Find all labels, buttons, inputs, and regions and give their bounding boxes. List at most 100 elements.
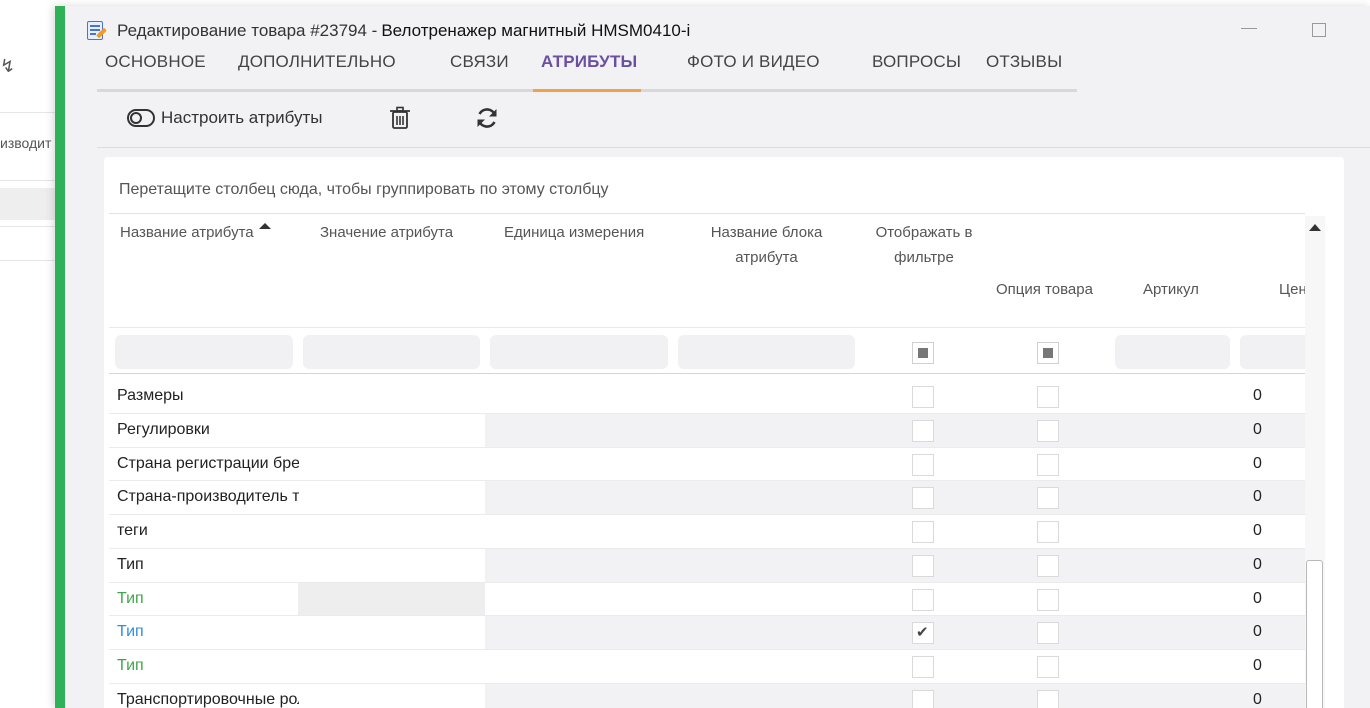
column-header-value[interactable]: Значение атрибута [320,220,453,245]
price-cell[interactable]: 0 [1253,387,1262,405]
display-in-filter-checkbox[interactable] [912,521,934,543]
row-background [485,413,1305,447]
grid-header: Название атрибута Значение атрибута Един… [109,214,1305,328]
filter-input-value[interactable] [303,335,480,369]
filter-checkbox-display-in-filter[interactable] [912,342,934,364]
row-background [485,380,1305,413]
display-in-filter-checkbox[interactable] [912,656,934,678]
attribute-name-cell[interactable]: Регулировки [117,421,299,439]
price-cell[interactable]: 0 [1253,590,1262,608]
column-header-unit[interactable]: Единица измерения [504,220,644,245]
tab-attributes[interactable]: АТРИБУТЫ [541,52,637,72]
vertical-scrollbar[interactable] [1305,216,1325,708]
product-option-checkbox[interactable] [1037,622,1059,645]
column-header-block[interactable]: Название блока атрибута [689,220,844,270]
attribute-name-cell[interactable]: Размеры [117,387,299,405]
table-row[interactable]: Тип 0 [109,582,1305,617]
attribute-name-cell[interactable]: Тип [117,556,299,574]
price-cell[interactable]: 0 [1253,657,1262,675]
table-row[interactable]: теги 0 [109,515,1305,549]
product-option-checkbox[interactable] [1037,386,1059,408]
display-in-filter-checkbox[interactable] [912,554,934,577]
product-option-checkbox[interactable] [1037,453,1059,476]
scroll-up-arrow-icon[interactable] [1309,224,1321,231]
filter-checkbox-option[interactable] [1037,342,1059,364]
price-cell[interactable]: 0 [1253,623,1262,641]
display-in-filter-checkbox[interactable] [912,689,934,708]
edit-product-modal: Редактирование товара #23794 - Велотрена… [55,6,1370,708]
price-cell[interactable]: 0 [1253,522,1262,540]
product-option-checkbox[interactable] [1037,656,1059,678]
scrollbar-thumb[interactable] [1306,560,1323,708]
tab-links[interactable]: СВЯЗИ [450,52,509,72]
attribute-name-cell[interactable]: Страна регистрации бренда [117,455,299,473]
tab-photo-video[interactable]: ФОТО И ВИДЕО [687,52,820,72]
group-by-drop-area[interactable]: Перетащите столбец сюда, чтобы группиров… [119,181,609,199]
delete-button[interactable] [389,106,411,130]
table-row[interactable]: Страна-производитель товара 0 [109,481,1305,515]
product-option-checkbox[interactable] [1037,521,1059,543]
price-cell[interactable]: 0 [1253,488,1262,506]
display-in-filter-checkbox[interactable] [912,588,934,611]
filter-input-price[interactable] [1240,335,1305,369]
table-row[interactable]: Тип 0 [109,616,1305,650]
table-row[interactable]: Транспортировочные ролики 0 [109,683,1305,708]
attribute-name-cell[interactable]: теги [117,522,299,540]
attribute-name-cell[interactable]: Транспортировочные ролики [117,691,299,708]
tab-main[interactable]: ОСНОВНОЕ [105,52,206,72]
filter-input-name[interactable] [115,335,293,369]
value-cell[interactable] [298,616,485,649]
value-cell[interactable] [298,414,485,447]
tab-additional[interactable]: ДОПОЛНИТЕЛЬНО [238,52,396,72]
modal-accent-bar [55,6,65,708]
value-cell[interactable] [298,515,485,548]
display-in-filter-checkbox[interactable] [912,622,934,645]
display-in-filter-checkbox[interactable] [912,419,934,442]
value-cell[interactable] [298,448,485,481]
filter-input-unit[interactable] [490,335,668,369]
refresh-button[interactable] [475,106,499,130]
sort-ascending-icon [259,223,271,229]
value-cell[interactable] [298,684,485,708]
price-cell[interactable]: 0 [1253,421,1262,439]
column-header-name[interactable]: Название атрибута [120,220,254,245]
attribute-name-cell[interactable]: Тип [117,590,299,608]
attribute-name-cell[interactable]: Тип [117,657,299,675]
display-in-filter-checkbox[interactable] [912,487,934,510]
table-row[interactable]: Размеры 0 [109,380,1305,414]
product-option-checkbox[interactable] [1037,487,1059,510]
filter-input-block[interactable] [678,335,855,369]
table-row[interactable]: Страна регистрации бренда 0 [109,448,1305,482]
trash-icon [390,106,410,129]
value-cell[interactable] [298,380,485,413]
display-in-filter-checkbox[interactable] [912,453,934,476]
table-row[interactable]: Регулировки 0 [109,413,1305,448]
value-cell[interactable] [298,481,485,514]
value-cell[interactable] [298,650,485,683]
column-header-sku[interactable]: Артикул [1143,277,1199,302]
price-cell[interactable]: 0 [1253,455,1262,473]
minimize-button[interactable] [1241,28,1257,29]
product-option-checkbox[interactable] [1037,554,1059,577]
column-header-filter[interactable]: Отображать в фильтре [854,220,994,270]
price-cell[interactable]: 0 [1253,556,1262,574]
row-background [485,481,1305,514]
product-option-checkbox[interactable] [1037,588,1059,611]
price-cell[interactable]: 0 [1253,691,1262,708]
product-option-checkbox[interactable] [1037,689,1059,708]
value-cell[interactable] [298,582,485,616]
column-header-option[interactable]: Опция товара [996,277,1093,302]
display-in-filter-checkbox[interactable] [912,386,934,408]
attribute-name-cell[interactable]: Тип [117,623,299,641]
column-header-price[interactable]: Цен [1279,277,1305,302]
attribute-name-cell[interactable]: Страна-производитель товара [117,488,299,506]
maximize-button[interactable] [1312,23,1326,37]
table-row[interactable]: Тип 0 [109,650,1305,684]
tab-reviews[interactable]: ОТЗЫВЫ [986,52,1062,72]
value-cell[interactable] [298,549,485,582]
configure-attributes-button[interactable]: Настроить атрибуты [127,108,322,128]
tab-questions[interactable]: ВОПРОСЫ [872,52,961,72]
product-option-checkbox[interactable] [1037,419,1059,442]
filter-input-sku[interactable] [1115,335,1230,369]
table-row[interactable]: Тип 0 [109,548,1305,583]
